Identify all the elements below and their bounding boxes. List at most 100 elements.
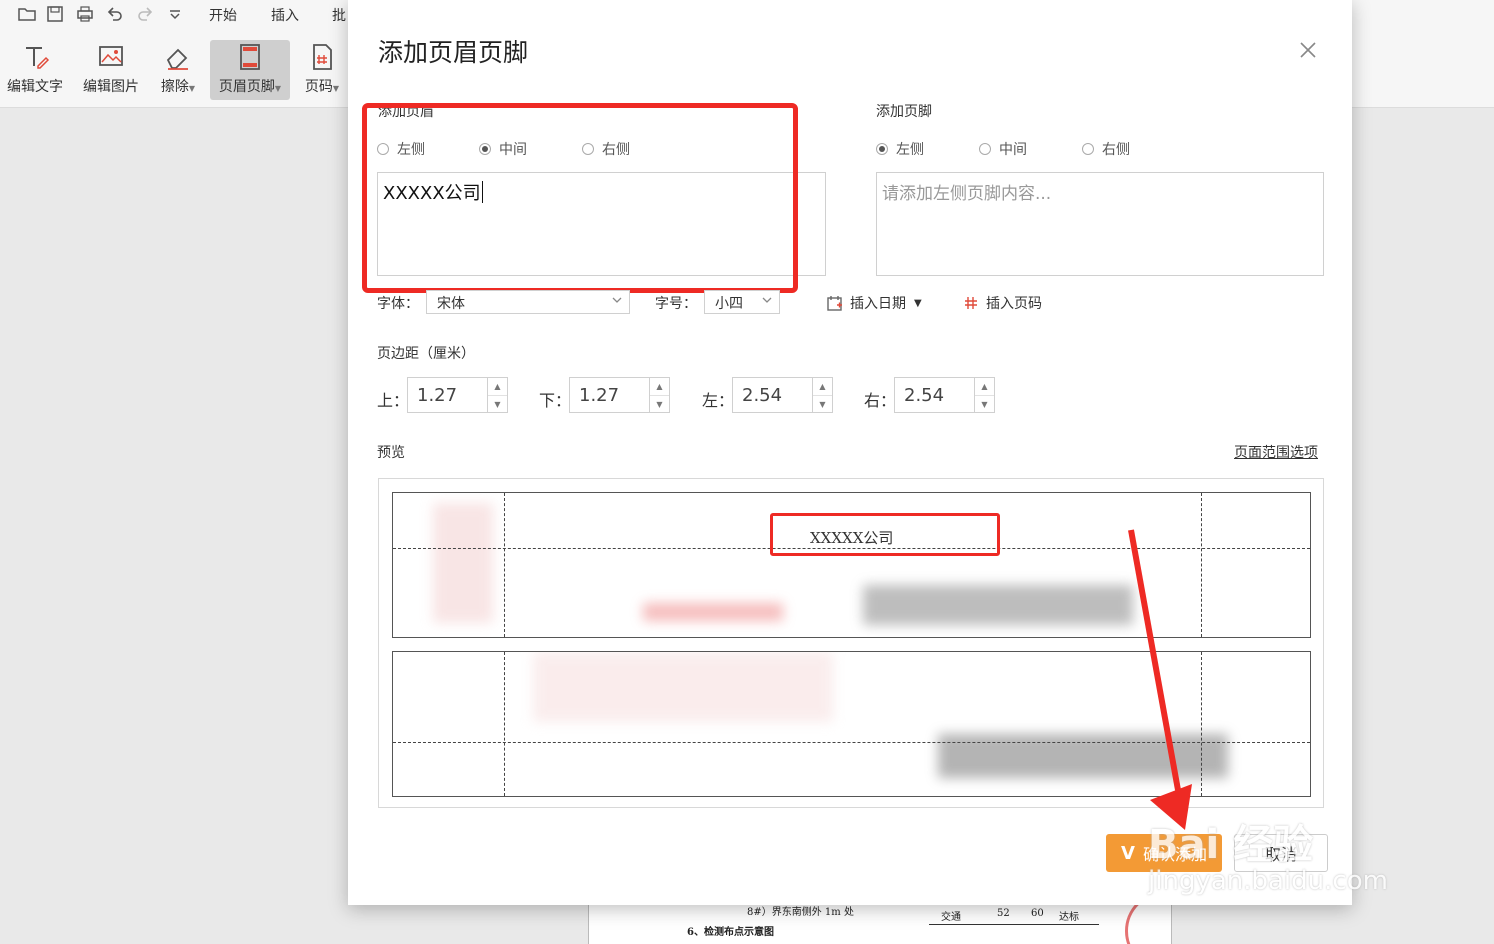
edit-text-label: 编辑文字 [7,79,63,95]
stepper-up-icon[interactable]: ▲ [650,378,669,395]
margin-guide [504,652,505,796]
add-header-footer-dialog: 添加页眉页脚 添加页眉 左侧 中间 右侧 XXXXX公司 添加页脚 左侧 中间 … [348,0,1352,905]
stepper-down-icon[interactable]: ▼ [488,395,507,412]
hash-icon [965,297,977,309]
insert-page-number-button[interactable]: 插入页码 [962,293,1042,313]
radio-label: 左侧 [896,142,924,158]
stepper-up-icon[interactable]: ▲ [813,378,832,395]
margin-left-input[interactable]: 2.54 ▲ ▼ [732,377,833,413]
margin-bottom-stepper: ▲ ▼ [649,378,669,412]
stepper-up-icon[interactable]: ▲ [488,378,507,395]
edit-text-icon [26,47,50,69]
open-folder-icon[interactable] [16,4,38,24]
close-icon[interactable] [1296,38,1320,62]
font-label: 字体： [377,296,419,312]
stepper-up-icon[interactable]: ▲ [975,378,994,395]
footer-content-input[interactable]: 请添加左侧页脚内容... [876,172,1324,276]
doc-table-cell: 交通 [941,912,961,923]
watermark-main: Bai 经验 [1148,822,1314,868]
insert-date-label: 插入日期 [850,296,906,312]
size-label: 字号： [655,296,697,312]
header-highlight-box [362,103,798,293]
radio-circle-icon [1082,143,1094,155]
chevron-down-icon [762,297,772,303]
margin-right-input[interactable]: 2.54 ▲ ▼ [894,377,995,413]
margin-right-stepper: ▲ ▼ [974,378,994,412]
doc-table-cell: 60 [1031,908,1044,919]
redo-icon[interactable] [134,4,156,24]
edit-image-button[interactable]: 编辑图片 [78,40,144,100]
blurred-content [643,603,783,621]
margin-guide [1201,493,1202,637]
radio-circle-icon [979,143,991,155]
preview-highlight-box [770,513,1000,556]
edit-text-button[interactable]: 编辑文字 [3,40,67,100]
erase-label: 擦除 [160,79,189,95]
margin-bottom-input[interactable]: 1.27 ▲ ▼ [569,377,670,413]
footer-section-label: 添加页脚 [876,104,932,120]
stepper-down-icon[interactable]: ▼ [813,395,832,412]
vip-icon: V [1121,842,1135,864]
blurred-content [863,585,1133,625]
margin-left-stepper: ▲ ▼ [812,378,832,412]
footer-radio-center[interactable]: 中间 [979,139,1027,159]
margin-guide [1201,652,1202,796]
eraser-icon [166,48,188,70]
margin-top-label: 上： [377,391,410,410]
margin-top-input[interactable]: 1.27 ▲ ▼ [407,377,508,413]
page-number-label: 页码 [304,79,333,95]
menu-tab-insert[interactable]: 插入 [271,5,299,25]
customize-chevron-icon[interactable] [164,4,186,24]
font-select-value: 宋体 [437,296,465,312]
header-footer-dropdown-icon: ▼ [274,84,282,93]
stepper-down-icon[interactable]: ▼ [650,395,669,412]
dialog-title: 添加页眉页脚 [378,38,529,67]
baidu-watermark: Bai 经验 jingyan.baidu.com [1148,812,1388,896]
page-number-button[interactable]: 页码▼ [298,40,346,100]
margin-right-label: 右： [864,391,897,410]
edit-image-label: 编辑图片 [83,79,139,95]
preview-label: 预览 [377,445,405,461]
preview-area: XXXXX公司 [378,478,1324,808]
erase-button[interactable]: 擦除▼ [154,40,202,100]
stepper-down-icon[interactable]: ▼ [975,395,994,412]
page-range-options-link[interactable]: 页面范围选项 [1234,442,1318,462]
chevron-down-icon [612,297,622,303]
preview-page-top: XXXXX公司 [392,492,1311,638]
footer-radio-left[interactable]: 左侧 [876,139,924,159]
margin-left-value: 2.54 [742,385,783,406]
margin-left-label: 左： [702,391,735,410]
erase-dropdown-icon: ▼ [188,84,196,93]
footer-radio-right[interactable]: 右侧 [1082,139,1130,159]
radio-checked-icon [876,143,888,155]
radio-label: 右侧 [1102,142,1130,158]
radio-label: 中间 [999,142,1027,158]
watermark-sub: jingyan.baidu.com [1148,866,1388,896]
margin-guide [504,493,505,637]
doc-table-cell: 52 [997,908,1010,919]
header-footer-button[interactable]: 页眉页脚▼ [210,40,290,100]
header-footer-icon [240,44,260,70]
doc-line-2: 6、检测布点示意图 [687,927,774,938]
doc-table-cell: 达标 [1059,912,1079,923]
margin-top-stepper: ▲ ▼ [487,378,507,412]
blurred-content [533,652,833,722]
undo-icon[interactable] [104,4,126,24]
margin-top-value: 1.27 [417,385,458,406]
calendar-icon [827,296,842,311]
menu-tab-annotate[interactable]: 批 [332,5,346,25]
header-footer-label: 页眉页脚 [218,79,275,95]
margin-bottom-label: 下： [539,391,572,410]
print-icon[interactable] [74,4,96,24]
blurred-content [433,503,493,623]
insert-date-dropdown-icon: ▼ [914,297,922,309]
menu-tab-start[interactable]: 开始 [209,5,237,25]
insert-page-number-label: 插入页码 [986,296,1042,312]
insert-date-button[interactable]: 插入日期 ▼ [826,293,922,313]
save-icon[interactable] [44,4,66,24]
edit-image-icon [99,46,123,66]
page-number-icon [313,44,332,70]
font-select[interactable]: 宋体 [426,290,630,314]
quick-access-bar: 开始 插入 批 [0,0,360,30]
size-select[interactable]: 小四 [704,290,780,314]
